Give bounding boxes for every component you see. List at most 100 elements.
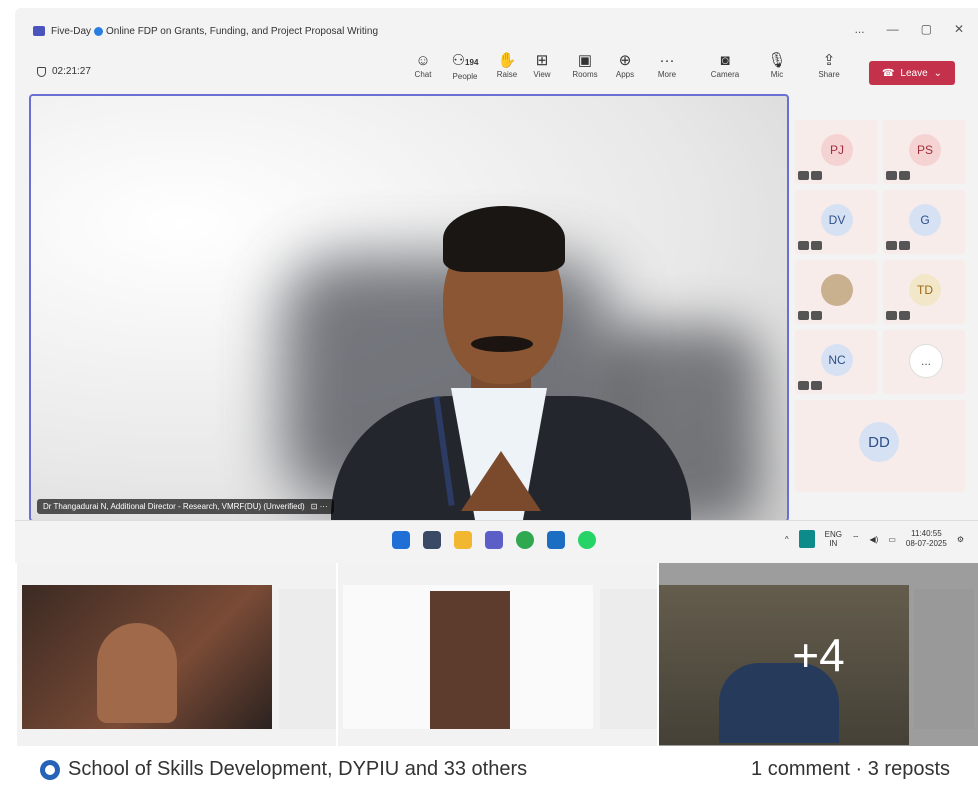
chevron-down-icon[interactable]: ⌄ — [934, 68, 942, 79]
post-thumbnails: +4 — [17, 563, 978, 746]
avatar: G — [909, 204, 941, 236]
participant-tile[interactable]: G — [883, 190, 965, 254]
participant-tile[interactable]: DV — [795, 190, 877, 254]
meeting-toolbar: 02:21:27 ☺ Chat ⚇194 People ✋ Raise ⊞ Vi… — [15, 48, 978, 96]
clock[interactable]: 11:40:55 08-07-2025 — [906, 529, 947, 549]
reactions-text: School of Skills Development, DYPIU and … — [68, 758, 528, 780]
rooms-button[interactable]: ▣ Rooms — [563, 52, 607, 79]
file-explorer-icon[interactable] — [454, 531, 472, 549]
muted-icons — [798, 311, 822, 320]
avatar: NC — [821, 344, 853, 376]
post-footer: School of Skills Development, DYPIU and … — [40, 758, 960, 786]
more-participants-icon: ... — [909, 344, 943, 378]
reaction-icon — [40, 759, 60, 780]
thumbnail-1[interactable] — [17, 563, 336, 746]
camera-button[interactable]: ◙ Camera — [703, 52, 747, 79]
avatar: DV — [821, 204, 853, 236]
notification-icon[interactable]: ⚙ — [957, 535, 964, 544]
rooms-label: Rooms — [572, 70, 598, 79]
chat-icon: ☺ — [415, 52, 431, 69]
window-controls: ... — ▢ ✕ — [855, 22, 964, 36]
camera-label: Camera — [710, 70, 740, 79]
participant-tile[interactable] — [795, 260, 877, 324]
apps-button[interactable]: ⊕ Apps — [603, 52, 647, 79]
muted-icons — [886, 311, 910, 320]
mic-label: Mic — [770, 70, 784, 79]
people-button[interactable]: ⚇194 People — [443, 52, 487, 81]
taskview-icon[interactable] — [423, 531, 441, 549]
apps-icon: ⊕ — [618, 52, 632, 69]
leave-label: Leave — [900, 67, 928, 79]
people-count: 194 — [465, 58, 479, 67]
apps-label: Apps — [615, 70, 635, 79]
participant-tile-dd[interactable]: DD — [795, 400, 965, 492]
volume-icon[interactable]: ◀) — [870, 535, 879, 544]
share-icon: ⇪ — [822, 52, 836, 69]
more-button[interactable]: ··· More — [645, 52, 689, 79]
camera-icon: ◙ — [720, 52, 730, 69]
minimize-button[interactable]: — — [887, 22, 899, 36]
language-indicator[interactable]: ENG IN — [825, 530, 842, 548]
timer-text: 02:21:27 — [52, 66, 91, 77]
system-tray: ^ ENG IN ⌔ ◀) ▭ 11:40:55 08-07-2025 ⚙ — [785, 529, 964, 549]
more-label: More — [657, 70, 677, 79]
muted-icons — [886, 171, 910, 180]
leave-button[interactable]: ☎ Leave ⌄ — [869, 61, 955, 85]
more-images-count: +4 — [792, 628, 845, 681]
rooms-icon: ▣ — [577, 52, 593, 69]
avatar: DD — [859, 422, 899, 462]
speaker-caption: Dr Thangadurai N, Additional Director - … — [37, 499, 334, 514]
muted-icons — [798, 241, 822, 250]
more-icon: ··· — [659, 52, 675, 69]
start-icon[interactable] — [392, 531, 410, 549]
chat-label: Chat — [414, 70, 432, 79]
more-participants-tile[interactable]: ... — [883, 330, 965, 394]
chat-button[interactable]: ☺ Chat — [401, 52, 445, 79]
clock-time: 11:40:55 — [911, 529, 942, 538]
thumbnail-3[interactable]: +4 — [659, 563, 978, 746]
engagement-stats[interactable]: 1 comment · 3 reposts — [751, 758, 950, 781]
whatsapp-icon[interactable] — [578, 531, 596, 549]
chrome-icon[interactable] — [516, 531, 534, 549]
view-button[interactable]: ⊞ View — [520, 52, 564, 79]
people-label: People — [452, 72, 478, 81]
wifi-icon[interactable]: ⌔ — [852, 534, 860, 544]
speaker-options-icon[interactable]: ⊡ ··· — [311, 502, 328, 511]
outlook-icon[interactable] — [547, 531, 565, 549]
clock-date: 08-07-2025 — [905, 539, 947, 548]
mic-button[interactable]: 🎙 Mic — [755, 52, 799, 79]
shield-icon — [37, 66, 46, 77]
participant-tile[interactable]: NC — [795, 330, 877, 394]
avatar: TD — [909, 274, 941, 306]
avatar: PJ — [821, 134, 853, 166]
window-more-button[interactable]: ... — [855, 22, 865, 36]
maximize-button[interactable]: ▢ — [921, 22, 932, 36]
speaker-name: Dr Thangadurai N, Additional Director - … — [43, 502, 305, 511]
teams-app-icon — [33, 26, 45, 36]
people-icon: ⚇ — [451, 52, 466, 69]
mic-tray-icon[interactable] — [798, 530, 815, 548]
more-images-overlay[interactable]: +4 — [659, 563, 978, 746]
view-label: View — [533, 70, 551, 79]
battery-icon[interactable]: ▭ — [888, 535, 896, 544]
thumbnail-2[interactable] — [338, 563, 657, 746]
phone-icon: ☎ — [881, 67, 895, 79]
view-icon: ⊞ — [535, 52, 549, 69]
participant-tile[interactable]: TD — [883, 260, 965, 324]
share-button[interactable]: ⇪ Share — [807, 52, 851, 79]
muted-icons — [798, 171, 822, 180]
lang-code: ENG — [824, 530, 842, 539]
muted-icons — [886, 241, 910, 250]
participant-tile[interactable]: PJ — [795, 120, 877, 184]
close-button[interactable]: ✕ — [954, 22, 964, 36]
main-video-stage: Dr Thangadurai N, Additional Director - … — [29, 94, 789, 522]
avatar: PS — [909, 134, 941, 166]
share-label: Share — [818, 70, 840, 79]
chevron-up-icon[interactable]: ^ — [785, 535, 789, 544]
reactions-summary[interactable]: School of Skills Development, DYPIU and … — [40, 758, 527, 781]
meeting-title: Online FDP on Grants, Funding, and Proje… — [106, 25, 379, 37]
participant-tile[interactable]: PS — [883, 120, 965, 184]
mic-icon: 🎙 — [767, 52, 787, 69]
muted-icons — [798, 381, 822, 390]
teams-icon[interactable] — [485, 531, 503, 549]
